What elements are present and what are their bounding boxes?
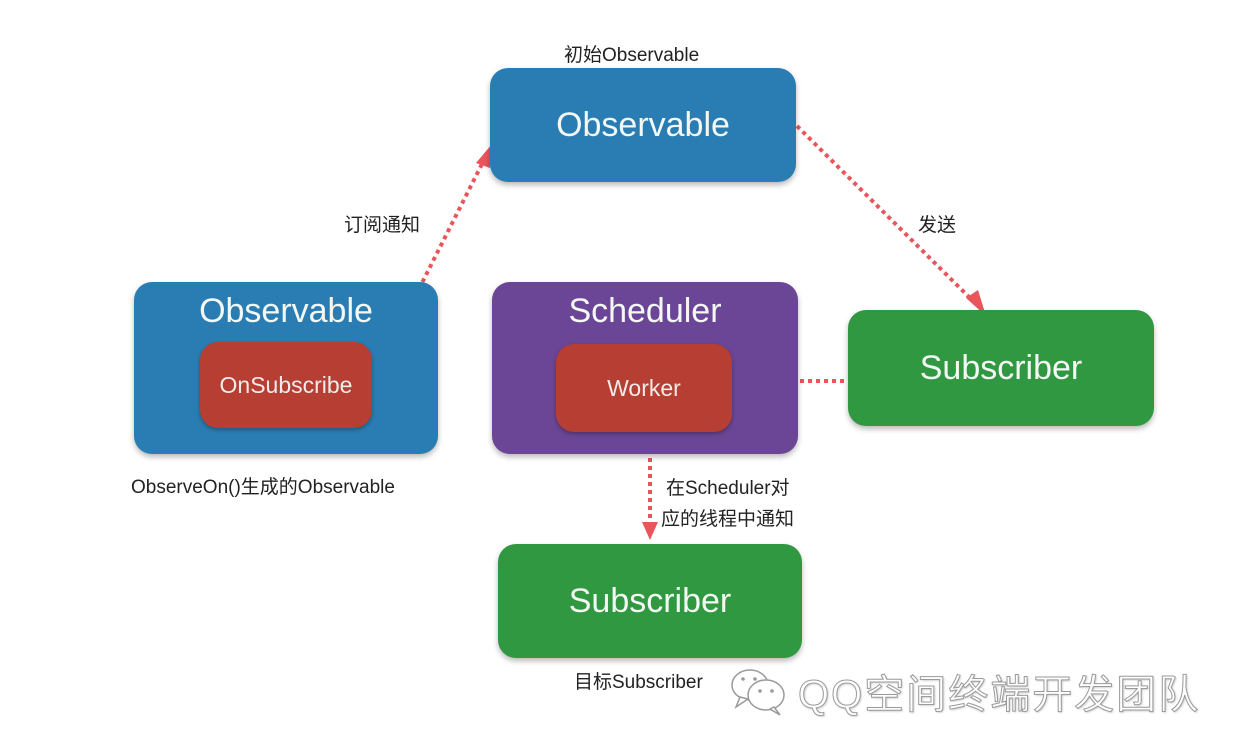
- source-observable-title: Observable: [556, 105, 730, 144]
- edge-label-send: 发送: [918, 215, 957, 236]
- subscriber-target-caption: 目标Subscriber: [574, 672, 703, 693]
- watermark-text: QQ空间终端开发团队: [797, 673, 1201, 718]
- subscriber-target-title: Subscriber: [568, 581, 732, 620]
- observeon-observable-title: Observable: [199, 292, 373, 330]
- edge-label-subscribe-notify: 订阅通知: [344, 215, 421, 236]
- edge-label-worker-to-target-line2: 应的线程中通知: [661, 509, 795, 530]
- watermark: QQ空间终端开发团队: [728, 662, 1200, 720]
- scheduler-title: Scheduler: [568, 292, 722, 330]
- wechat-icon: [731, 669, 785, 716]
- subscriber-target-node: Subscriber: [498, 544, 802, 658]
- arrowhead-worker-to-target: [642, 522, 658, 540]
- subscriber-right-title: Subscriber: [919, 348, 1083, 387]
- onsubscribe-node: OnSubscribe: [200, 342, 372, 428]
- source-observable-node: Observable: [490, 68, 796, 182]
- edge-label-worker-to-target-line1: 在Scheduler对: [666, 478, 790, 499]
- observeon-observable-caption: ObserveOn()生成的Observable: [131, 477, 395, 498]
- observeon-observable-node: Observable OnSubscribe: [134, 282, 438, 454]
- worker-label: Worker: [607, 374, 681, 401]
- source-observable-caption: 初始Observable: [564, 45, 700, 66]
- worker-node: Worker: [556, 344, 732, 432]
- onsubscribe-label: OnSubscribe: [219, 371, 353, 398]
- scheduler-node: Scheduler Worker: [492, 282, 798, 454]
- subscriber-right-node: Subscriber: [848, 310, 1154, 426]
